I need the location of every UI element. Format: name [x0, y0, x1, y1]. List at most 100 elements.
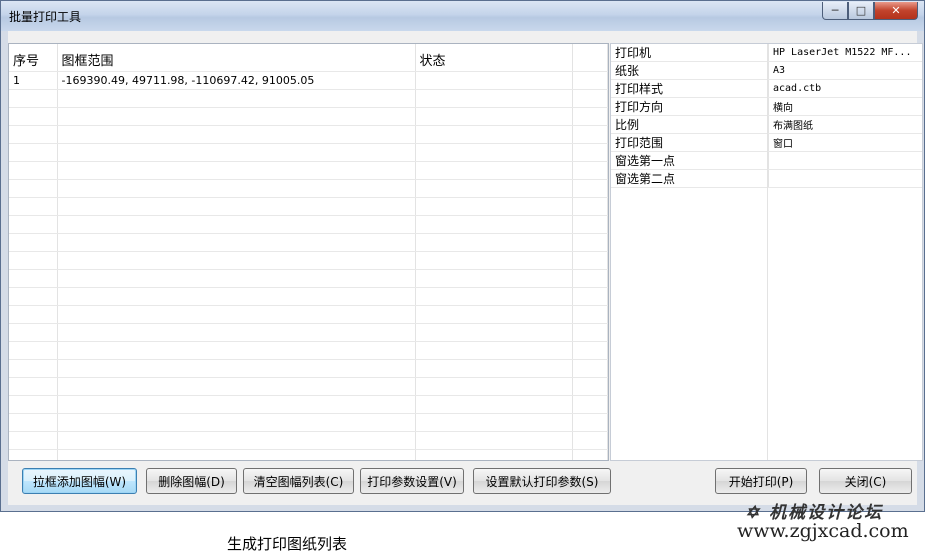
empty-cell: [415, 305, 573, 324]
empty-cell: [9, 179, 58, 198]
empty-cell: [9, 323, 58, 342]
add-frame-button[interactable]: 拉框添加图幅(W): [22, 468, 137, 494]
settings-key: 打印范围: [611, 133, 769, 152]
table-row[interactable]: [9, 125, 608, 144]
settings-value: [768, 169, 922, 188]
empty-cell: [9, 233, 58, 252]
empty-cell: [572, 233, 608, 252]
default-settings-button[interactable]: 设置默认打印参数(S): [473, 468, 611, 494]
empty-cell: [57, 233, 416, 252]
table-row[interactable]: [9, 449, 608, 460]
minimize-icon[interactable]: ─: [822, 2, 848, 20]
empty-cell: [415, 161, 573, 180]
clear-list-button[interactable]: 清空图幅列表(C): [243, 468, 354, 494]
empty-cell: [57, 125, 416, 144]
empty-cell: [9, 431, 58, 450]
window-client: 序号 图框范围 状态 1 -169390.49, 49711.98, -1106…: [8, 31, 923, 505]
empty-cell: [572, 287, 608, 306]
delete-frame-button[interactable]: 删除图幅(D): [146, 468, 237, 494]
title-bar[interactable]: 批量打印工具 ─ □ ✕: [1, 1, 924, 31]
row-range: -169390.49, 49711.98, -110697.42, 91005.…: [57, 71, 416, 90]
empty-cell: [57, 197, 416, 216]
table-row[interactable]: [9, 143, 608, 162]
print-settings-button[interactable]: 打印参数设置(V): [360, 468, 464, 494]
empty-cell: [9, 161, 58, 180]
empty-cell: [415, 197, 573, 216]
table-row[interactable]: [9, 269, 608, 288]
table-row[interactable]: [9, 305, 608, 324]
empty-cell: [57, 305, 416, 324]
settings-key: 打印样式: [611, 79, 769, 98]
settings-key: 打印方向: [611, 97, 769, 116]
table-row[interactable]: [9, 233, 608, 252]
empty-cell: [9, 107, 58, 126]
empty-cell: [415, 431, 573, 450]
table-row[interactable]: [9, 431, 608, 450]
empty-cell: [572, 305, 608, 324]
empty-cell: [415, 359, 573, 378]
empty-cell: [9, 269, 58, 288]
settings-value: 布满图纸: [768, 115, 922, 134]
table-row[interactable]: [9, 377, 608, 396]
empty-cell: [415, 377, 573, 396]
column-header-range[interactable]: 图框范围: [57, 44, 416, 72]
empty-cell: [572, 107, 608, 126]
table-row[interactable]: [9, 89, 608, 108]
empty-cell: [57, 161, 416, 180]
watermark-url: www.zgjxcad.com: [737, 520, 909, 542]
table-row[interactable]: 1 -169390.49, 49711.98, -110697.42, 9100…: [9, 71, 608, 90]
empty-cell: [57, 359, 416, 378]
settings-key: 窗选第一点: [611, 151, 769, 170]
empty-cell: [415, 449, 573, 460]
maximize-icon[interactable]: □: [848, 2, 874, 20]
empty-cell: [57, 179, 416, 198]
empty-cell: [572, 395, 608, 414]
empty-cell: [415, 233, 573, 252]
empty-cell: [9, 215, 58, 234]
table-row[interactable]: [9, 161, 608, 180]
settings-value: A3: [768, 61, 922, 80]
empty-cell: [57, 251, 416, 270]
table-row[interactable]: [9, 107, 608, 126]
empty-cell: [572, 197, 608, 216]
frame-list-grid[interactable]: 序号 图框范围 状态 1 -169390.49, 49711.98, -1106…: [8, 43, 609, 461]
empty-cell: [57, 341, 416, 360]
settings-divider: [767, 44, 768, 460]
table-row[interactable]: [9, 413, 608, 432]
empty-cell: [57, 107, 416, 126]
column-header-index[interactable]: 序号: [9, 44, 58, 72]
table-row[interactable]: [9, 179, 608, 198]
table-row[interactable]: [9, 323, 608, 342]
settings-value: [768, 151, 922, 170]
window-title: 批量打印工具: [9, 10, 82, 24]
table-row[interactable]: [9, 215, 608, 234]
table-row[interactable]: [9, 359, 608, 378]
column-header-status[interactable]: 状态: [415, 44, 573, 72]
table-row[interactable]: [9, 395, 608, 414]
empty-cell: [415, 215, 573, 234]
start-print-button[interactable]: 开始打印(P): [715, 468, 807, 494]
table-row[interactable]: [9, 197, 608, 216]
empty-cell: [572, 341, 608, 360]
column-header-extra[interactable]: [572, 44, 608, 72]
settings-key: 比例: [611, 115, 769, 134]
empty-cell: [415, 341, 573, 360]
empty-cell: [415, 287, 573, 306]
empty-cell: [9, 359, 58, 378]
table-row[interactable]: [9, 287, 608, 306]
empty-cell: [572, 269, 608, 288]
empty-cell: [415, 143, 573, 162]
table-row[interactable]: [9, 251, 608, 270]
close-icon[interactable]: ✕: [874, 2, 918, 20]
table-row[interactable]: [9, 341, 608, 360]
empty-cell: [9, 251, 58, 270]
empty-cell: [572, 89, 608, 108]
empty-cell: [572, 179, 608, 198]
empty-cell: [57, 269, 416, 288]
empty-cell: [572, 143, 608, 162]
row-extra: [572, 71, 608, 90]
close-button[interactable]: 关闭(C): [819, 468, 912, 494]
empty-cell: [572, 125, 608, 144]
window-controls: ─ □ ✕: [822, 2, 918, 20]
empty-cell: [9, 143, 58, 162]
